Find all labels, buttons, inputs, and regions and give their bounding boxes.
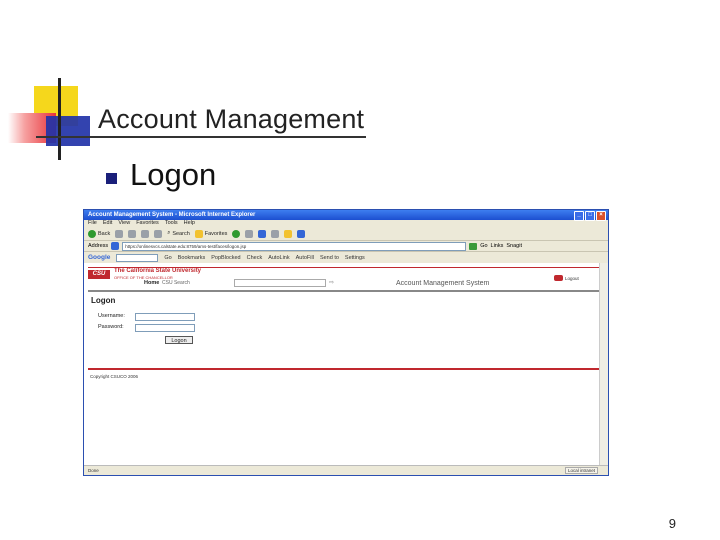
slide-deco-vline: [58, 78, 61, 160]
history-icon: [232, 229, 241, 238]
zone-indicator: Local intranet: [564, 467, 598, 474]
username-field[interactable]: [135, 313, 195, 321]
print-button[interactable]: [258, 229, 267, 238]
mail-button[interactable]: [245, 229, 254, 238]
go-button[interactable]: Go: [480, 243, 487, 249]
logout-icon: [554, 275, 563, 281]
address-bar: Address https://onlinesvcs.calstate.edu:…: [84, 241, 608, 252]
browser-titlebar: Account Management System - Microsoft In…: [84, 210, 608, 221]
search-go-icon[interactable]: ⇨: [329, 279, 334, 286]
menu-favorites[interactable]: Favorites: [136, 220, 159, 227]
password-label: Password:: [98, 324, 124, 330]
folder-button[interactable]: [284, 229, 293, 238]
nav-csu-search-link[interactable]: CSU Search: [162, 280, 190, 286]
org-name: The California State University: [114, 268, 202, 274]
menu-edit[interactable]: Edit: [103, 220, 112, 227]
password-field[interactable]: [135, 324, 195, 332]
menu-tools[interactable]: Tools: [165, 220, 178, 227]
messenger-button[interactable]: [297, 229, 306, 238]
back-button[interactable]: Back: [88, 229, 110, 238]
logon-heading: Logon: [91, 296, 116, 305]
address-input[interactable]: https://onlinesvcs.calstate.edu:8759/ams…: [122, 241, 467, 251]
menu-view[interactable]: View: [118, 220, 130, 227]
forward-arrow-icon: [115, 229, 124, 238]
autolink-button[interactable]: AutoLink: [268, 255, 289, 261]
settings-button[interactable]: Settings: [345, 255, 365, 261]
popblocked-button[interactable]: PopBlocked: [211, 255, 240, 261]
window-title: Account Management System - Microsoft In…: [88, 212, 256, 218]
header-divider: [88, 290, 600, 292]
edit-button[interactable]: [271, 229, 280, 238]
refresh-button[interactable]: [141, 229, 150, 238]
logon-button[interactable]: Logon: [165, 336, 193, 344]
browser-toolbar: Back ⌕ Search Favorites: [84, 227, 608, 241]
sendto-button[interactable]: Send to: [320, 255, 339, 261]
back-arrow-icon: [88, 229, 96, 238]
slide-title: Account Management: [98, 104, 365, 134]
app-title: Account Management System: [396, 280, 490, 287]
username-label: Username:: [98, 313, 125, 319]
bullet-text: Logon: [130, 157, 217, 192]
csu-search-input[interactable]: [234, 279, 326, 287]
check-button[interactable]: Check: [247, 255, 263, 261]
slide-title-underline: [36, 136, 366, 138]
nav-home-link[interactable]: Home: [144, 280, 159, 286]
search-icon: ⌕: [167, 230, 171, 236]
star-icon: [194, 229, 203, 238]
home-button[interactable]: [154, 229, 163, 238]
page-icon: [111, 242, 120, 250]
maximize-icon[interactable]: □: [585, 211, 595, 221]
status-text: Done: [88, 468, 99, 473]
browser-window: Account Management System - Microsoft In…: [83, 209, 609, 476]
favorites-button[interactable]: Favorites: [194, 229, 227, 238]
bullet-square-icon: [106, 173, 117, 184]
search-button[interactable]: ⌕ Search: [167, 230, 190, 237]
close-icon[interactable]: ×: [596, 211, 606, 221]
snagit-button[interactable]: Snagit: [506, 243, 522, 249]
google-go-button[interactable]: Go: [164, 255, 171, 261]
csu-logo: CSU: [88, 270, 110, 279]
go-arrow-icon[interactable]: [469, 242, 478, 250]
home-icon: [154, 229, 163, 238]
page-number: 9: [668, 516, 676, 531]
autofill-button[interactable]: AutoFill: [296, 255, 314, 261]
copyright-text: Copyright CSUCO 2006: [90, 374, 139, 379]
google-search-input[interactable]: [116, 253, 159, 262]
edit-icon: [271, 229, 280, 238]
status-bar: Done Local intranet: [84, 465, 608, 475]
forward-button[interactable]: [115, 229, 124, 238]
footer-red-line: [88, 368, 600, 370]
vertical-scrollbar[interactable]: [599, 263, 608, 465]
folder-icon: [284, 229, 293, 238]
minimize-icon[interactable]: _: [574, 211, 584, 221]
menu-help[interactable]: Help: [184, 220, 195, 227]
slide-deco-blue: [46, 116, 90, 146]
links-button[interactable]: Links: [491, 243, 504, 249]
menu-file[interactable]: File: [88, 220, 97, 227]
mail-icon: [245, 229, 254, 238]
stop-icon: [128, 229, 137, 238]
menu-bar: File Edit View Favorites Tools Help: [84, 220, 608, 227]
bookmarks-button[interactable]: Bookmarks: [178, 255, 206, 261]
messenger-icon: [297, 229, 306, 238]
logout-button[interactable]: Logout: [554, 275, 579, 281]
address-label: Address: [88, 243, 109, 249]
refresh-icon: [141, 229, 150, 238]
google-logo: Google: [88, 254, 111, 261]
stop-button[interactable]: [128, 229, 137, 238]
page-content: CSU The California State University OFFI…: [84, 263, 608, 465]
print-icon: [258, 229, 267, 238]
history-button[interactable]: [232, 229, 241, 238]
